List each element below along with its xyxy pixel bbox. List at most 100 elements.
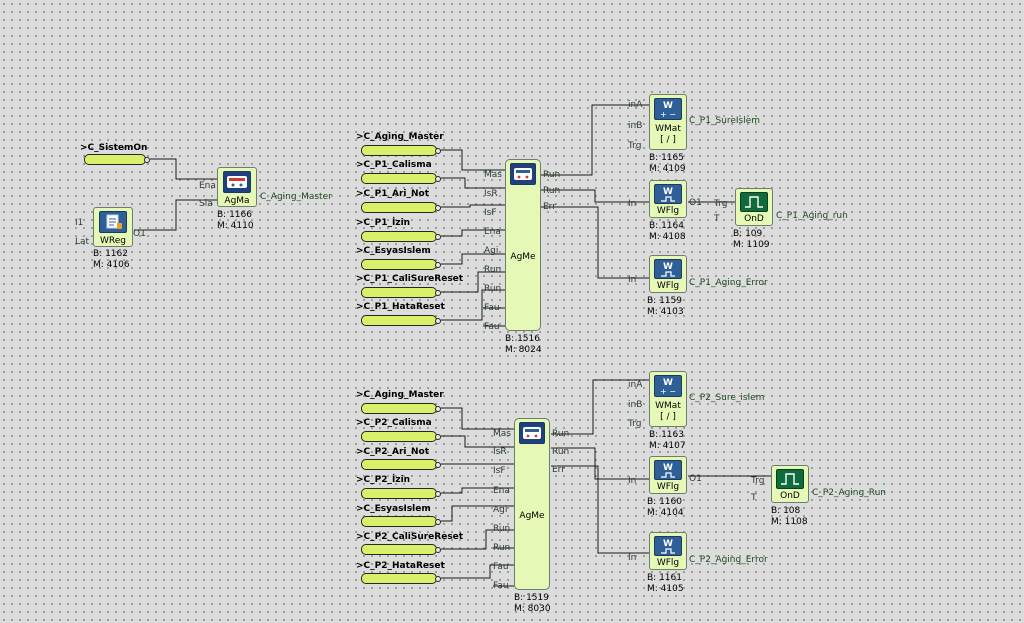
- wmat2-b-address: B: 1163: [649, 430, 684, 440]
- flag-glyph: W: [661, 187, 675, 202]
- agme2-out-pin: Run: [552, 429, 570, 439]
- agme1-in-pin: IsF: [484, 208, 497, 218]
- wflg1e-block[interactable]: W WFlg: [649, 255, 687, 293]
- agme1-in-pin: Mas: [484, 170, 502, 180]
- input-pin-c-p1-cali-sure-reset[interactable]: [361, 287, 441, 298]
- aging-member-glyph: [523, 427, 541, 439]
- svg-text:W: W: [663, 262, 673, 272]
- input-pin-c-esyasislem-1[interactable]: [361, 259, 441, 270]
- wflg1-pin-in: In: [628, 199, 637, 209]
- output-tag-c-aging-master: C_Aging_Master: [260, 192, 332, 202]
- pin-label-lat: Lat: [75, 237, 90, 247]
- pin-label-o1: O1: [133, 229, 146, 239]
- agma-b-address: B: 1166: [217, 210, 252, 220]
- agme2-in-pin: Fau: [493, 562, 509, 572]
- ond2-m-address: M: 1108: [771, 517, 808, 527]
- agme1-in-pin: IsR: [484, 189, 498, 199]
- ond2-pin-t: T: [751, 493, 757, 503]
- input-tag-c-esyasislem-2: >C_EsyasIslem: [356, 504, 431, 514]
- input-pin-c-p1-hata-reset[interactable]: [361, 315, 441, 326]
- wflg2-pin-in: In: [628, 476, 637, 486]
- agme2-name: AgMe: [519, 511, 545, 521]
- input-tag-c-p1-cali-sure-reset: >C_P1_CaliSureReset: [356, 274, 464, 284]
- wreg-b-address: B: 1162: [93, 249, 128, 259]
- input-pin-c-aging-master-1[interactable]: [361, 145, 441, 156]
- input-tag-c-p2-calisma: >C_P2_Calisma: [356, 418, 432, 428]
- input-pin-c-p2-ari-not[interactable]: [361, 459, 441, 470]
- output-tag-c-p1-sureislem: C_P1_SureIslem: [689, 116, 761, 126]
- agme1-name: AgMe: [510, 252, 536, 262]
- wflg2e-pin-in: In: [628, 553, 637, 563]
- input-tag-c-p2-cali-sure-reset: >C_P2_CaliSureReset: [356, 532, 464, 542]
- wflg1-b-address: B: 1164: [649, 221, 684, 231]
- ond2-b-address: B: 108: [771, 506, 801, 516]
- aging-master-icon: [223, 171, 251, 193]
- wflg2-name: WFlg: [656, 482, 680, 492]
- wmat1-pin-trg: Trg: [628, 141, 642, 151]
- wflg1-pin-o1: O1: [689, 198, 702, 208]
- agme1-in-pin: Ena: [484, 227, 501, 237]
- ond2-pin-trg: Trg: [751, 476, 765, 486]
- wflg2-pin-o1: O1: [689, 474, 702, 484]
- agme1-out-pin: Err: [543, 202, 556, 212]
- wflg2-b-address: B: 1160: [647, 497, 682, 507]
- agme2-out-pin: Err: [552, 465, 565, 475]
- input-pin-c-p1-ari-not[interactable]: [361, 202, 441, 213]
- agme2-block[interactable]: AgMe: [514, 418, 550, 590]
- wmat2-block[interactable]: W + − WMat [ / ]: [649, 371, 687, 427]
- wflg2e-b-address: B: 1161: [647, 573, 682, 583]
- input-pin-c-esyasislem-2[interactable]: [361, 516, 441, 527]
- wflg2e-block[interactable]: W WFlg: [649, 532, 687, 570]
- output-tag-c-p2-sure-islem: C_P2_Sure_islem: [689, 393, 765, 403]
- input-pin-c-sistemon[interactable]: [84, 154, 150, 165]
- agma-block[interactable]: AgMa: [217, 167, 257, 207]
- input-tag-c-p1-ari-not: >C_P1_Ari_Not: [356, 189, 430, 199]
- wflg2-block[interactable]: W WFlg: [649, 456, 687, 494]
- input-pin-c-p2-cali-sure-reset[interactable]: [361, 544, 441, 555]
- math-glyph: W + −: [660, 101, 676, 119]
- agme1-in-pin: Fau: [484, 303, 500, 313]
- input-tag-c-p1-hata-reset: >C_P1_HataReset: [356, 302, 445, 312]
- wflg1e-name: WFlg: [656, 281, 680, 291]
- svg-text:W: W: [663, 463, 673, 473]
- agme1-out-pin: Run: [543, 186, 561, 196]
- wreg-block[interactable]: WReg: [93, 207, 133, 247]
- ond1-m-address: M: 1109: [733, 240, 770, 250]
- input-pin-c-p1-izin[interactable]: [361, 231, 441, 242]
- agme2-m-address: M: 8030: [514, 604, 551, 614]
- agme2-in-pin: Mas: [493, 429, 511, 439]
- pin-label-sla: Sla: [199, 199, 213, 209]
- wmat2-m-address: M: 4107: [649, 441, 686, 451]
- ond2-name: OnD: [780, 491, 800, 501]
- on-delay-glyph: [781, 473, 799, 485]
- ond1-pin-t: T: [714, 214, 720, 224]
- agme1-b-address: B: 1516: [505, 334, 540, 344]
- pin-label-i1: I1: [75, 218, 84, 228]
- wmat1-pin-ina: inA: [628, 100, 643, 110]
- agme1-in-pin: Run: [484, 284, 502, 294]
- agme2-out-pin: Run: [552, 447, 570, 457]
- flag-glyph: W: [661, 539, 675, 554]
- flag-icon: W: [654, 259, 682, 279]
- input-tag-c-aging-master-2: >C_Aging_Master: [356, 390, 444, 400]
- input-tag-c-p2-hata-reset: >C_P2_HataReset: [356, 561, 445, 571]
- wmat1-block[interactable]: W + − WMat [ / ]: [649, 94, 687, 150]
- wreg-name: WReg: [100, 236, 126, 246]
- input-pin-c-aging-master-2[interactable]: [361, 403, 441, 414]
- flag-icon: W: [654, 460, 682, 480]
- input-tag-c-sistemon: >C_SistemOn: [80, 143, 148, 153]
- svg-text:W: W: [663, 187, 673, 197]
- ond2-block[interactable]: OnD: [771, 465, 809, 503]
- input-tag-c-esyasislem-1: >C_EsyasIslem: [356, 246, 431, 256]
- agme1-block[interactable]: AgMe: [505, 159, 541, 331]
- input-pin-c-p2-hata-reset[interactable]: [361, 573, 441, 584]
- wflg1-block[interactable]: W WFlg: [649, 180, 687, 218]
- input-pin-c-p2-izin[interactable]: [361, 488, 441, 499]
- wmat2-op: [ / ]: [660, 412, 676, 422]
- wflg1-m-address: M: 4108: [649, 232, 686, 242]
- input-tag-c-p2-izin: >C_P2_İzin: [356, 475, 411, 485]
- input-pin-c-p1-calisma[interactable]: [361, 173, 441, 184]
- input-pin-c-p2-calisma[interactable]: [361, 431, 441, 442]
- wmat1-pin-inb: inB: [628, 121, 643, 131]
- ond1-block[interactable]: OnD: [735, 188, 773, 226]
